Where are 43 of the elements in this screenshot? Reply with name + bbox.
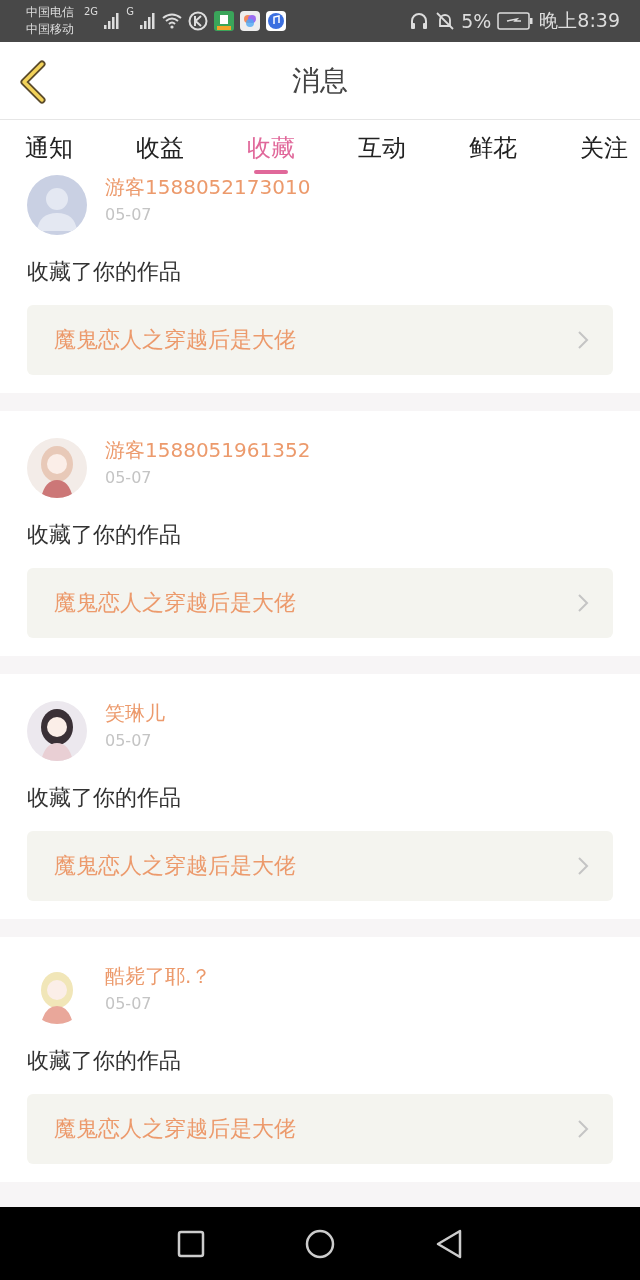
wifi-icon <box>161 13 182 29</box>
music-icon <box>265 11 286 31</box>
page-title: 消息 <box>292 62 348 99</box>
user-name: 游客1588052173010 <box>105 175 311 201</box>
back-icon[interactable] <box>18 60 48 104</box>
k-circle-icon <box>187 11 208 31</box>
battery-charging-icon <box>497 12 534 30</box>
bell-muted-icon <box>435 11 456 31</box>
carrier-name: 中国移动 <box>26 21 74 38</box>
tab[interactable]: 收益 <box>136 120 184 175</box>
recent-apps-icon[interactable] <box>177 1229 205 1258</box>
signal-icon <box>139 13 156 29</box>
headphones-icon <box>409 11 430 31</box>
battery-percent: 5% <box>461 10 492 32</box>
carrier-name: 中国电信 <box>26 4 74 21</box>
app-icon <box>213 11 234 31</box>
tab[interactable]: 互动 <box>358 120 406 175</box>
user-name: 游客1588051961352 <box>105 437 311 464</box>
tab[interactable]: 鲜花 <box>469 120 517 175</box>
message-date: 05-07 <box>105 468 153 487</box>
avatar-icon <box>27 175 87 235</box>
chevron-right-icon <box>577 1119 589 1139</box>
user-name: 酷毙了耶.？ <box>105 963 212 990</box>
message-date: 05-07 <box>105 731 153 750</box>
message-text: 收藏了你的作品 <box>27 521 182 549</box>
tab[interactable]: 通知 <box>25 120 73 175</box>
clock: 晚上8:39 <box>539 8 620 33</box>
message-text: 收藏了你的作品 <box>27 1047 182 1075</box>
signal-icon <box>104 13 121 29</box>
chevron-right-icon <box>577 856 589 876</box>
message-date: 05-07 <box>105 994 153 1013</box>
chevron-right-icon <box>577 593 589 613</box>
app-icon <box>239 11 260 31</box>
message-text: 收藏了你的作品 <box>27 784 182 812</box>
user-name: 笑琳儿 <box>105 700 165 727</box>
home-icon[interactable] <box>305 1228 335 1259</box>
message-date: 05-07 <box>105 205 153 224</box>
tab[interactable]: 关注 <box>580 120 628 175</box>
network-type: 2G <box>84 6 99 17</box>
message-text: 收藏了你的作品 <box>27 258 182 286</box>
back-icon[interactable] <box>435 1228 463 1259</box>
network-type: G <box>126 6 134 17</box>
chevron-right-icon <box>577 330 589 350</box>
